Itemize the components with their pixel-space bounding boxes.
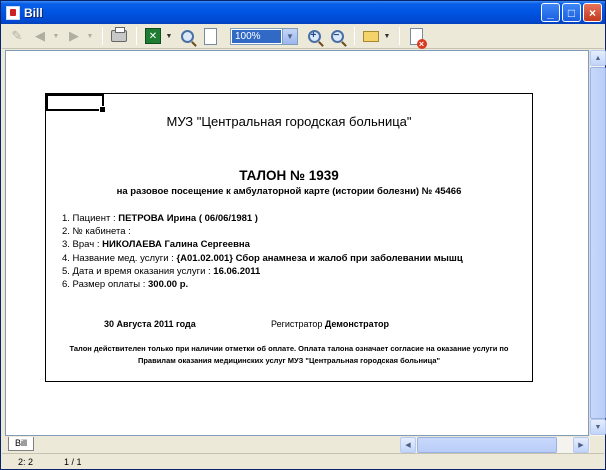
export-excel-button[interactable]: ✕ [142,25,164,47]
registrar-label: Регистратор [271,319,325,329]
close-preview-button[interactable] [405,25,427,49]
close-document-icon [409,27,427,49]
chevron-down-icon[interactable]: ▼ [282,28,297,44]
zoom-in-button[interactable]: + [303,25,325,47]
detail-label: 6. Размер оплаты : [62,278,148,290]
detail-label: 5. Дата и время оказания услуги : [62,265,214,277]
magnifier-icon [180,29,194,43]
detail-label: 4. Название мед. услуги : [62,252,177,264]
scroll-left-icon[interactable]: ◀ [400,437,416,453]
app-icon [6,5,20,20]
app-window: Bill _ □ × ✎ ◀ ▼ ▶ ▼ ✕ ▼ 100% ▼ + − ▼ × … [0,0,606,470]
status-bar: 2: 2 1 / 1 [2,453,604,469]
forward-dropdown-icon[interactable]: ▼ [86,25,94,47]
detail-value: НИКОЛАЕВА Галина Сергеевна [102,239,250,251]
toolbar-separator [136,27,137,45]
zoom-out-button[interactable]: − [326,25,348,47]
close-button[interactable]: × [583,3,602,22]
vertical-scroll-thumb[interactable] [590,67,606,419]
detail-line: 5. Дата и время оказания услуги : 16.06.… [62,265,463,278]
status-page-count: 1 / 1 [64,456,82,467]
ticket-date: 30 Августа 2011 года [104,319,196,329]
detail-label: 3. Врач : [62,239,103,251]
maximize-button[interactable]: □ [562,3,581,22]
minimize-button[interactable]: _ [541,3,560,22]
status-cell-position: 2: 2 [18,456,34,467]
page-setup-button[interactable] [199,25,221,47]
vertical-scrollbar[interactable]: ▲ ▼ [589,50,606,436]
registrar-name: Демонстратор [324,319,389,329]
zoom-out-icon: − [330,29,344,43]
detail-value: 300.00 р. [148,278,189,290]
forward-arrow-icon[interactable]: ▶ [63,25,85,47]
printer-icon [111,27,127,42]
envelope-icon [363,30,379,42]
sheet-tab-bar: Bill ◀ ▶ [2,437,604,453]
detail-line: 3. Врач : НИКОЛАЕВА Галина Сергеевна [62,238,463,251]
mail-dropdown-icon[interactable]: ▼ [383,25,391,47]
print-button[interactable] [108,25,130,47]
notice-line: Правилам оказания медицинских услуг МУЗ … [137,355,441,365]
detail-label: 1. Пациент : [62,213,119,224]
scroll-up-icon[interactable]: ▲ [590,50,606,66]
horizontal-scrollbar[interactable]: ◀ ▶ [400,437,590,453]
toolbar: ✎ ◀ ▼ ▶ ▼ ✕ ▼ 100% ▼ + − ▼ [2,24,604,49]
notice-line: Талон действителен только при наличии от… [69,344,509,353]
ticket-subtitle: на разовое посещение к амбулаторной карт… [116,186,462,197]
detail-value: 16.06.2011 [213,265,261,277]
organization-name: МУЗ "Центральная городская больница" [166,114,412,129]
ticket-notice: Талон действителен только при наличии от… [46,343,532,366]
document-area[interactable]: МУЗ "Центральная городская больница" ТАЛ… [5,50,589,436]
scroll-right-icon[interactable]: ▶ [573,437,589,453]
title-bar[interactable]: Bill _ □ × [1,1,605,24]
zoom-select[interactable]: 100% ▼ [230,27,298,45]
ticket-page: МУЗ "Центральная городская больница" ТАЛ… [45,93,533,382]
registrar: Регистратор Демонстратор [271,319,389,329]
detail-label: 2. № кабинета : [62,226,131,238]
ticket-details: 1. Пациент : ПЕТРОВА Ирина ( 06/06/1981 … [62,212,463,291]
zoom-value: 100% [232,29,281,43]
export-dropdown-icon[interactable]: ▼ [165,25,173,47]
detail-line: 1. Пациент : ПЕТРОВА Ирина ( 06/06/1981 … [62,212,463,225]
window-controls: _ □ × [541,3,602,22]
excel-icon: ✕ [145,28,161,44]
find-button[interactable] [176,25,198,47]
back-arrow-icon[interactable]: ◀ [29,25,51,47]
horizontal-scroll-thumb[interactable] [417,437,557,453]
toolbar-separator [399,27,400,45]
edit-icon[interactable]: ✎ [6,25,28,47]
scroll-down-icon[interactable]: ▼ [590,419,606,435]
send-mail-button[interactable] [360,25,382,47]
zoom-in-icon: + [307,29,321,43]
page-icon [203,27,217,45]
detail-line: 2. № кабинета : [62,225,463,238]
toolbar-separator [354,27,355,45]
back-dropdown-icon[interactable]: ▼ [52,25,60,47]
sheet-tab-bill[interactable]: Bill [8,437,34,451]
detail-value: {А01.02.001} Сбор анамнеза и жалоб при з… [176,252,463,264]
ticket-title: ТАЛОН № 1939 [239,168,339,183]
detail-value: ПЕТРОВА Ирина ( 06/06/1981 ) [118,213,258,224]
selected-cell[interactable] [46,94,106,113]
detail-line: 6. Размер оплаты : 300.00 р. [62,278,463,291]
toolbar-separator [102,27,103,45]
window-title: Bill [24,5,43,20]
detail-line: 4. Название мед. услуги : {А01.02.001} С… [62,252,463,265]
